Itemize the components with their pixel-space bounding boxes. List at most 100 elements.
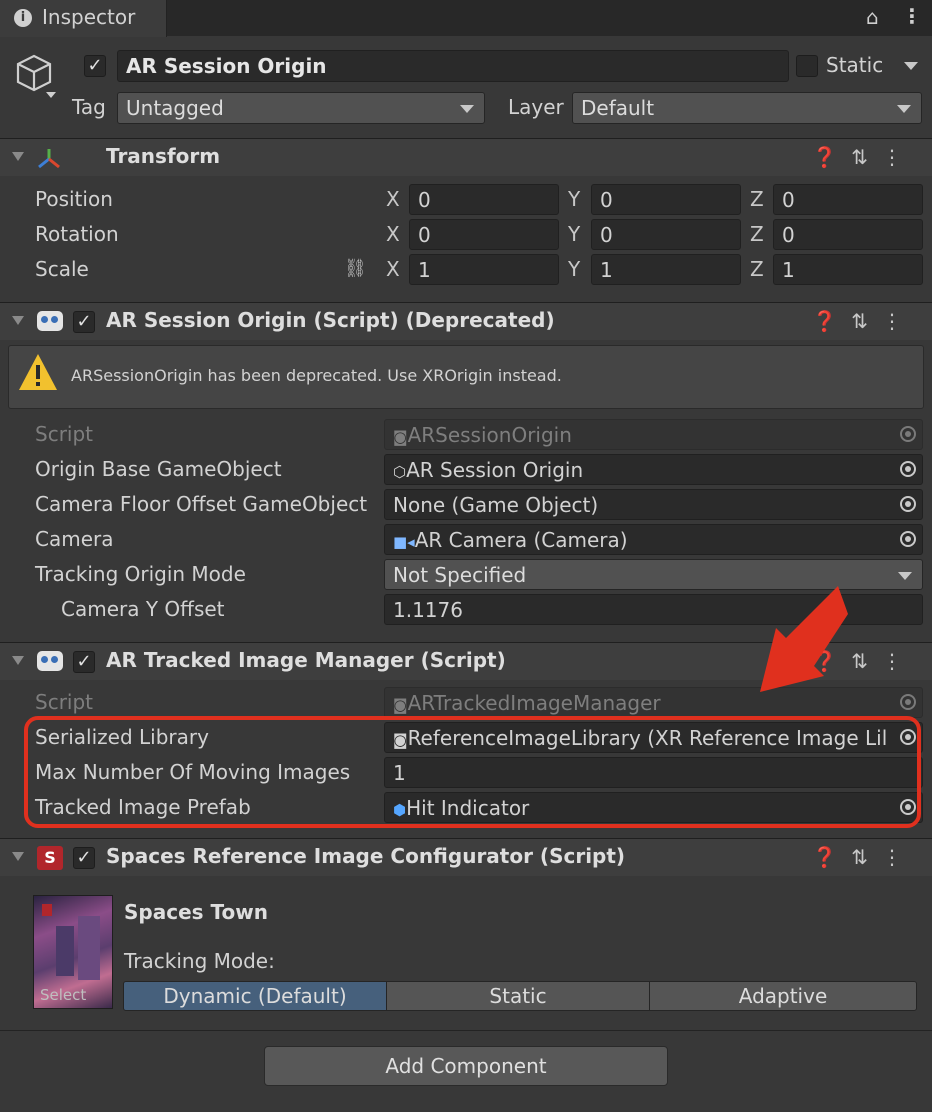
z-axis-label: Z: [750, 257, 764, 281]
thumbnail-select-label[interactable]: Select: [40, 986, 86, 1004]
script-icon: ◙: [393, 696, 408, 714]
highlight-rectangle: [24, 716, 921, 828]
help-icon[interactable]: ❓: [812, 845, 851, 869]
more-options-icon[interactable]: ⋮: [902, 4, 922, 28]
foldout-arrow-icon[interactable]: [12, 656, 24, 665]
position-x-field[interactable]: 0: [409, 184, 559, 215]
info-icon: i: [14, 9, 32, 27]
z-axis-label: Z: [750, 222, 764, 246]
layer-dropdown[interactable]: Default: [572, 92, 922, 124]
chevron-down-icon: [897, 105, 911, 113]
camera-floor-offset-label: Camera Floor Offset GameObject: [35, 492, 368, 516]
object-picker-icon[interactable]: [900, 531, 916, 547]
scale-label: Scale: [35, 257, 89, 281]
more-options-icon[interactable]: ⋮: [882, 309, 916, 333]
warning-text: ARSessionOrigin has been deprecated. Use…: [71, 366, 562, 385]
add-component-button[interactable]: Add Component: [264, 1046, 668, 1086]
camera-icon: ■◂: [393, 533, 415, 551]
origin-base-label: Origin Base GameObject: [35, 457, 282, 481]
footer-divider: [0, 1030, 932, 1031]
script-field: ◙ARSessionOrigin: [384, 419, 923, 450]
help-icon[interactable]: ❓: [812, 145, 851, 169]
transform-header[interactable]: Transform ❓⇅⋮: [0, 138, 932, 176]
object-name-field[interactable]: AR Session Origin: [117, 50, 789, 82]
script-icon: ◙: [393, 428, 408, 446]
x-axis-label: X: [386, 222, 400, 246]
more-options-icon[interactable]: ⋮: [882, 649, 916, 673]
lock-icon[interactable]: ⌂: [866, 5, 879, 29]
transform-icon: [36, 147, 62, 176]
ar-session-origin-header[interactable]: ✓ AR Session Origin (Script) (Deprecated…: [0, 302, 932, 340]
spaces-logo-icon: S: [37, 846, 63, 870]
rotation-x-field[interactable]: 0: [409, 219, 559, 250]
position-z-field[interactable]: 0: [773, 184, 923, 215]
static-label: Static: [826, 53, 884, 77]
script-icon: [37, 651, 63, 671]
gameobject-icon[interactable]: [14, 52, 56, 103]
more-options-icon[interactable]: ⋮: [882, 845, 916, 869]
tracking-mode-label: Tracking Mode:: [124, 949, 275, 973]
tag-dropdown[interactable]: Untagged: [117, 92, 485, 124]
tracking-mode-dynamic[interactable]: Dynamic (Default): [123, 981, 387, 1011]
script-label: Script: [35, 690, 94, 714]
deprecation-warning-box: ARSessionOrigin has been deprecated. Use…: [8, 345, 924, 409]
component-header-icons[interactable]: ❓⇅⋮: [812, 845, 916, 869]
warning-icon: [17, 352, 59, 397]
constrain-proportions-icon[interactable]: ⛓: [344, 258, 367, 279]
y-axis-label: Y: [568, 222, 581, 246]
rotation-z-field[interactable]: 0: [773, 219, 923, 250]
gameobject-small-icon: ⬡: [393, 463, 407, 481]
object-picker-icon[interactable]: [900, 461, 916, 477]
ar-session-origin-title: AR Session Origin (Script) (Deprecated): [106, 308, 555, 332]
settings-sliders-icon[interactable]: ⇅: [851, 145, 882, 169]
spaces-configurator-header[interactable]: S ✓ Spaces Reference Image Configurator …: [0, 838, 932, 876]
object-picker-icon[interactable]: [900, 496, 916, 512]
rotation-y-field[interactable]: 0: [591, 219, 741, 250]
settings-sliders-icon[interactable]: ⇅: [851, 845, 882, 869]
settings-sliders-icon[interactable]: ⇅: [851, 649, 882, 673]
foldout-arrow-icon[interactable]: [12, 852, 24, 861]
foldout-arrow-icon[interactable]: [12, 316, 24, 325]
layer-label: Layer: [508, 95, 564, 119]
camera-floor-offset-field[interactable]: None (Game Object): [384, 489, 923, 520]
position-label: Position: [35, 187, 113, 211]
z-axis-label: Z: [750, 187, 764, 211]
scale-y-field[interactable]: 1: [591, 254, 741, 285]
component-enabled-checkbox[interactable]: ✓: [73, 847, 95, 869]
static-dropdown-icon[interactable]: [904, 62, 918, 70]
help-icon[interactable]: ❓: [812, 309, 851, 333]
chevron-down-icon: [460, 105, 474, 113]
tracking-origin-mode-label: Tracking Origin Mode: [35, 562, 246, 586]
layer-value: Default: [581, 96, 655, 120]
tab-inspector[interactable]: i Inspector: [0, 0, 167, 37]
camera-field[interactable]: ■◂AR Camera (Camera): [384, 524, 923, 555]
tag-value: Untagged: [126, 96, 224, 120]
y-axis-label: Y: [568, 257, 581, 281]
script-icon: [37, 311, 63, 331]
scale-x-field[interactable]: 1: [409, 254, 559, 285]
component-header-icons[interactable]: ❓⇅⋮: [812, 309, 916, 333]
ar-tracked-image-manager-title: AR Tracked Image Manager (Script): [106, 648, 506, 672]
transform-title: Transform: [106, 144, 221, 168]
settings-sliders-icon[interactable]: ⇅: [851, 309, 882, 333]
scale-z-field[interactable]: 1: [773, 254, 923, 285]
tracking-mode-adaptive[interactable]: Adaptive: [649, 981, 917, 1011]
tracking-mode-static[interactable]: Static: [386, 981, 650, 1011]
y-axis-label: Y: [568, 187, 581, 211]
x-axis-label: X: [386, 257, 400, 281]
origin-base-field[interactable]: ⬡AR Session Origin: [384, 454, 923, 485]
component-enabled-checkbox[interactable]: ✓: [73, 311, 95, 333]
foldout-arrow-icon[interactable]: [12, 152, 24, 161]
camera-y-offset-label: Camera Y Offset: [61, 597, 225, 621]
tab-title: Inspector: [42, 5, 136, 29]
component-header-icons[interactable]: ❓⇅⋮: [812, 145, 916, 169]
more-options-icon[interactable]: ⋮: [882, 145, 916, 169]
active-checkbox[interactable]: ✓: [84, 55, 106, 77]
chevron-down-icon: [898, 572, 912, 580]
static-checkbox[interactable]: [796, 55, 818, 77]
position-y-field[interactable]: 0: [591, 184, 741, 215]
reference-image-thumbnail[interactable]: Select: [33, 895, 113, 1009]
x-axis-label: X: [386, 187, 400, 211]
component-enabled-checkbox[interactable]: ✓: [73, 651, 95, 673]
object-picker-icon: [900, 426, 916, 442]
